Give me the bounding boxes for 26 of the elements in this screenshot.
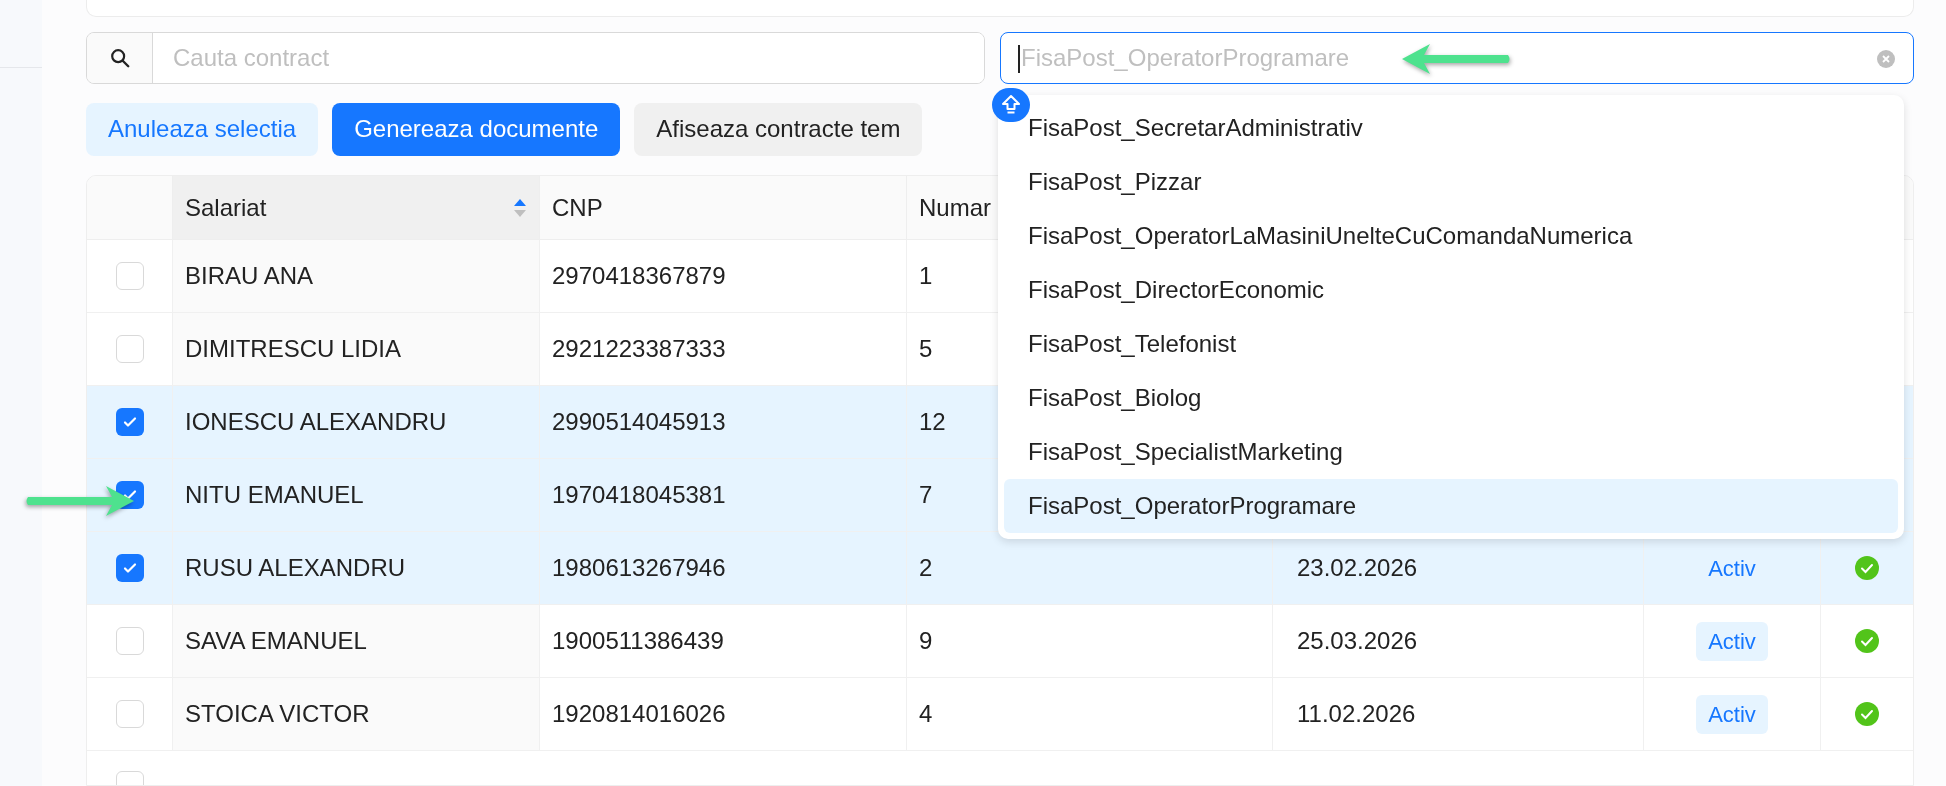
table-cell-text: NITU EMANUEL: [185, 480, 364, 511]
table-cell-text: 23.02.2026: [1297, 553, 1418, 584]
table-cell-text: 1980613267946: [552, 553, 726, 584]
table-cell-text: 25.03.2026: [1297, 626, 1418, 657]
table-cell-text: 1970418045381: [552, 480, 726, 511]
table-cell-text: 2: [919, 553, 933, 584]
table-cell-text: IONESCU ALEXANDRU: [185, 407, 447, 438]
table-cell-text: 11.02.2026: [1297, 699, 1416, 730]
table-cell-text: 1900511386439: [552, 626, 724, 657]
table-cell-text: 9: [919, 626, 933, 657]
table-cell-text: 2990514045913: [552, 407, 726, 438]
table-cell-text: 5: [919, 334, 933, 365]
table-cell-text: DIMITRESCU LIDIA: [185, 334, 402, 365]
table-cell-text: STOICA VICTOR: [185, 699, 370, 730]
status-tag: Activ: [1696, 621, 1768, 661]
table-cell-text: 1: [919, 261, 933, 292]
table-cell-text: 1920814016026: [552, 699, 726, 730]
table-cell-text: BIRAU ANA: [185, 261, 314, 292]
table-cell-text: SAVA EMANUEL: [185, 626, 367, 657]
table-cell-text: 2921223387333: [552, 334, 726, 365]
table-cell-text: 12: [919, 407, 946, 438]
table-cell-text: RUSU ALEXANDRU: [185, 553, 406, 584]
table-cell-text: 2970418367879: [552, 261, 726, 292]
table-cell-text: 7: [919, 480, 933, 511]
status-tag: Activ: [1696, 694, 1768, 734]
table-cell-text: 4: [919, 699, 933, 730]
